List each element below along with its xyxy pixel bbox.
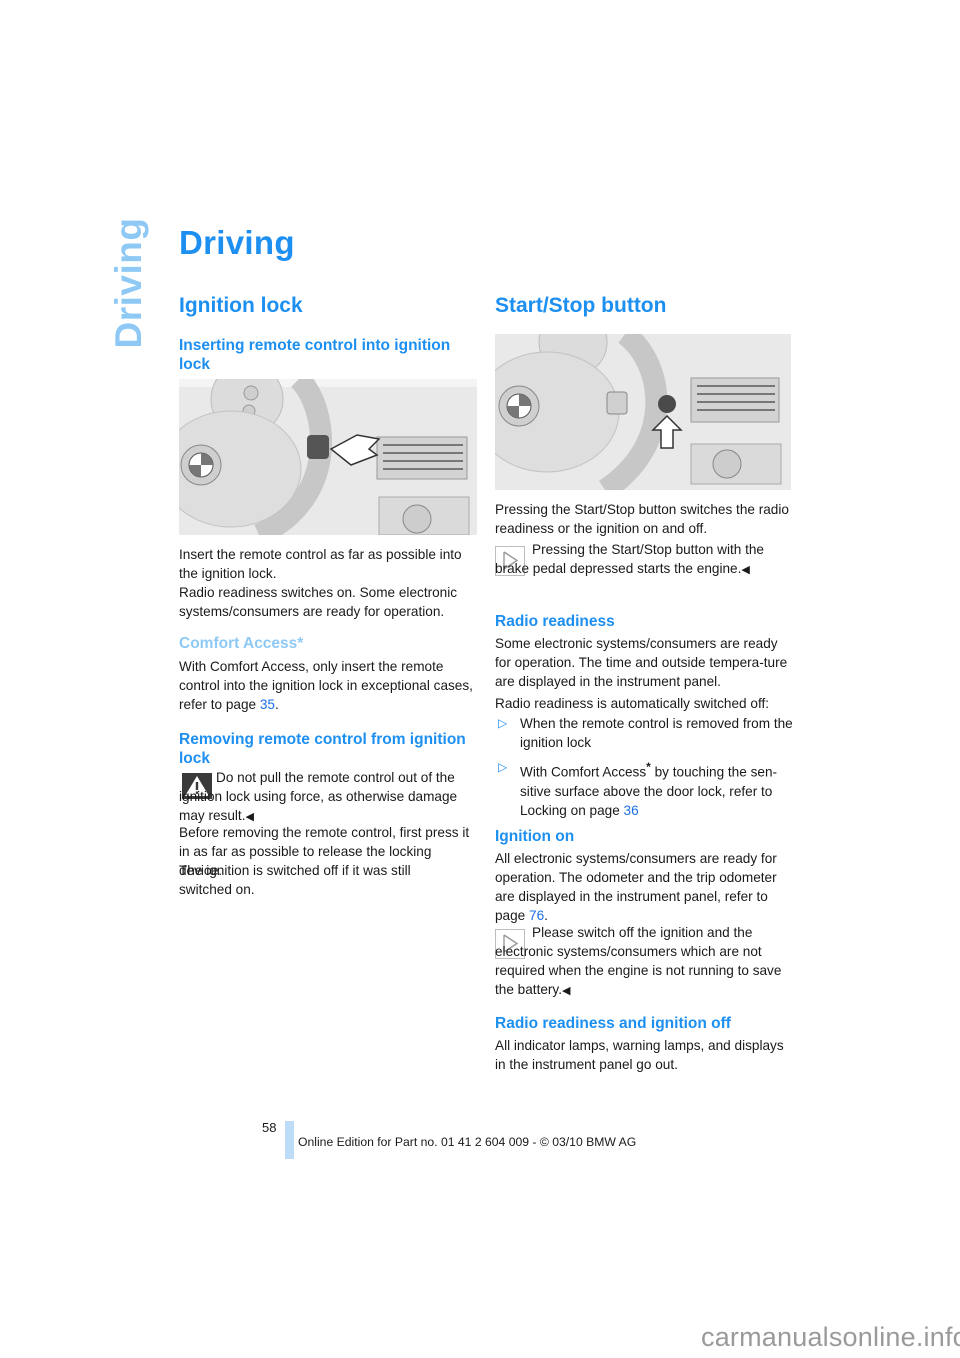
comfort-access-text: With Comfort Access, only insert the rem… xyxy=(179,657,477,714)
subheading-radio-readiness: Radio readiness xyxy=(495,613,615,630)
page-number: 58 xyxy=(262,1120,277,1135)
site-watermark: carmanualsonline.info xyxy=(701,1322,960,1352)
footer-accent-bar xyxy=(285,1121,294,1159)
ignition-switched-off-text: The ignition is switched off if it was s… xyxy=(179,863,411,897)
end-mark-icon: ◀ xyxy=(562,985,571,997)
radio-readiness-description: Some electronic systems/consumers are re… xyxy=(495,636,788,689)
list-item-text: With Comfort Access xyxy=(520,764,647,780)
subheading-radio-readiness-ignition-off: Radio readiness and ignition off xyxy=(495,1015,731,1032)
list-item: ▷ When the remote control is removed fro… xyxy=(495,714,793,752)
radio-readiness-off-intro: Radio readiness is automatically switche… xyxy=(495,696,770,711)
warning-text: Do not pull the remote control out of th… xyxy=(179,768,477,827)
figure-start-stop xyxy=(495,334,791,490)
ignition-lock-illustration xyxy=(179,379,477,535)
warning-text-body: Do not pull the remote control out of th… xyxy=(179,770,458,823)
chapter-side-tab-label: Driving xyxy=(108,217,149,349)
subheading-removing-remote: Removing remote control from ignition lo… xyxy=(179,731,466,767)
chapter-side-tab: Driving xyxy=(104,218,154,349)
figure-ignition-lock xyxy=(179,379,477,535)
ignition-off-text: All indicator lamps, warning lamps, and … xyxy=(495,1038,784,1072)
page-link-35[interactable]: 35 xyxy=(260,697,275,712)
save-battery-note: Please switch off the ignition and the e… xyxy=(495,923,793,1001)
start-stop-illustration xyxy=(495,334,791,490)
radio-readiness-off-list: ▷ When the remote control is removed fro… xyxy=(495,714,793,826)
start-engine-note-body: Pressing the Start/Stop button with the … xyxy=(495,542,764,576)
save-battery-note-body: Please switch off the ignition and the e… xyxy=(495,925,782,997)
page-link-36[interactable]: 36 xyxy=(624,803,639,818)
bullet-arrow-icon: ▷ xyxy=(498,760,508,774)
insert-instruction-text: Insert the remote control as far as poss… xyxy=(179,547,462,581)
page-title: Driving xyxy=(179,224,295,261)
end-mark-icon: ◀ xyxy=(245,811,254,823)
footer-edition-text: Online Edition for Part no. 01 41 2 604 … xyxy=(298,1135,637,1149)
subheading-comfort-access: Comfort Access* xyxy=(179,635,304,652)
subheading-inserting-remote: Inserting remote control into ignition l… xyxy=(179,337,451,373)
start-engine-note: Pressing the Start/Stop button with the … xyxy=(495,540,793,580)
period: . xyxy=(274,697,279,712)
subheading-ignition-on: Ignition on xyxy=(495,828,575,845)
list-item: ▷ With Comfort Access* by touching the s… xyxy=(495,758,793,820)
ignition-on-text: All electronic systems/consumers are rea… xyxy=(495,849,793,925)
start-stop-intro-text: Pressing the Start/Stop button switches … xyxy=(495,502,789,536)
period: . xyxy=(544,908,548,923)
list-item-text: When the remote control is removed from … xyxy=(520,716,793,750)
page-link-76[interactable]: 76 xyxy=(529,908,544,923)
section-heading-start-stop: Start/Stop button xyxy=(495,294,667,317)
comfort-access-text-body: With Comfort Access, only insert the rem… xyxy=(179,659,473,712)
end-mark-icon: ◀ xyxy=(741,564,750,576)
bullet-arrow-icon: ▷ xyxy=(498,716,508,730)
radio-readiness-text: Radio readiness switches on. Some electr… xyxy=(179,585,458,619)
section-heading-ignition-lock: Ignition lock xyxy=(179,294,303,317)
